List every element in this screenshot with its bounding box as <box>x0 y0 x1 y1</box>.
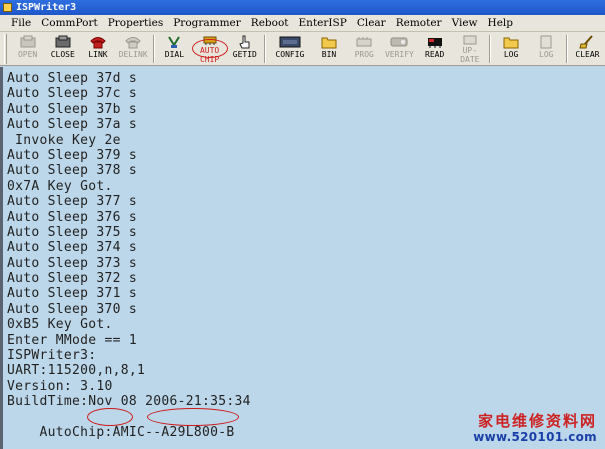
red-highlight-circle <box>192 39 228 58</box>
toolbar-grip[interactable] <box>4 34 7 64</box>
config-label: CONFIG <box>275 50 305 59</box>
menu-file[interactable]: File <box>6 17 36 29</box>
watermark-chinese: 家电维修资料网 <box>477 412 597 431</box>
app-icon <box>3 3 12 12</box>
update-label-2: DATE <box>460 55 480 64</box>
console-line: Auto Sleep 370 s <box>7 301 138 317</box>
menu-enterisp[interactable]: EnterISP <box>294 17 352 29</box>
autochip-result-text: AutoChip:AMIC--A29L800-B <box>39 425 235 440</box>
hand-pointer-icon <box>239 35 250 49</box>
broom-icon <box>579 35 594 49</box>
console-line: ISPWriter3: <box>7 348 97 364</box>
autochip-button[interactable]: AUTO CHIP <box>192 32 228 64</box>
watermark: 家电维修资料网 www.520101.com <box>473 412 597 445</box>
menu-bar: File CommPort Properties Programmer Rebo… <box>0 15 605 32</box>
link-label: LINK <box>88 50 108 59</box>
clear-label: CLEAR <box>575 50 600 59</box>
console-line: Auto Sleep 37d s <box>7 71 138 86</box>
console-line: Auto Sleep 372 s <box>7 271 138 287</box>
prog-button[interactable]: PROG <box>347 32 382 64</box>
red-highlight-oval-chip <box>147 407 239 426</box>
update-label-1: UP- <box>462 46 478 55</box>
open-label: OPEN <box>17 50 38 59</box>
console-line: Auto Sleep 376 s <box>7 209 138 225</box>
menu-remoter[interactable]: Remoter <box>391 17 447 29</box>
toolbar: OPEN CLOSE LINK DELINK DIAL AUTO CHIP GE… <box>0 32 605 66</box>
console-line: 0x7A Key Got. <box>7 178 113 194</box>
red-highlight-oval-vendor <box>87 407 133 426</box>
verify-icon <box>390 37 408 47</box>
read-label: READ <box>425 50 445 59</box>
close-port-icon <box>55 35 71 48</box>
bin-button[interactable]: BIN <box>311 32 346 64</box>
dial-label: DIAL <box>164 50 185 59</box>
hangup-icon <box>125 37 141 49</box>
config-icon <box>279 36 301 48</box>
console-line: Auto Sleep 37a s <box>7 117 138 133</box>
prog-label: PROG <box>354 50 374 59</box>
delink-label: DELINK <box>118 50 148 59</box>
verify-button[interactable]: VERIFY <box>382 32 417 64</box>
phone-icon <box>90 37 106 49</box>
console-line: Auto Sleep 37c s <box>7 86 138 102</box>
menu-programmer[interactable]: Programmer <box>168 17 246 29</box>
console-line: Auto Sleep 37b s <box>7 101 138 117</box>
read-button[interactable]: READ <box>417 32 452 64</box>
log-file-icon <box>540 35 552 49</box>
getid-label: GETID <box>232 50 257 59</box>
console-line: Auto Sleep 379 s <box>7 147 138 163</box>
read-chip-icon <box>427 38 442 48</box>
close-label: CLOSE <box>50 50 75 59</box>
open-port-icon <box>20 35 36 48</box>
config-button[interactable]: CONFIG <box>268 32 311 64</box>
toolbar-separator <box>152 35 155 63</box>
menu-view[interactable]: View <box>447 17 483 29</box>
open-button[interactable]: OPEN <box>10 32 45 64</box>
window-title: ISPWriter3 <box>16 2 77 13</box>
console-line: BuildTime:Nov 08 2006-21:35:34 <box>7 394 251 410</box>
menu-commport[interactable]: CommPort <box>36 17 102 29</box>
dial-icon <box>168 36 181 48</box>
folder-icon <box>503 37 519 49</box>
bin-file-icon <box>321 37 337 49</box>
console-line: Auto Sleep 374 s <box>7 240 138 256</box>
program-icon <box>356 37 372 47</box>
console-line: Auto Sleep 375 s <box>7 224 138 240</box>
log-view-label: LOG <box>539 50 554 59</box>
dial-button[interactable]: DIAL <box>157 32 192 64</box>
toolbar-separator <box>565 35 568 63</box>
close-button[interactable]: CLOSE <box>45 32 80 64</box>
menu-properties[interactable]: Properties <box>103 17 169 29</box>
log-button[interactable]: LOG <box>493 32 528 64</box>
toolbar-separator <box>264 35 267 63</box>
console-line: 0xB5 Key Got. <box>7 317 113 333</box>
update-icon <box>463 35 477 45</box>
console-line: Version: 3.10 <box>7 378 113 394</box>
console-line: Invoke Key 2e <box>7 132 121 148</box>
console-line: Auto Sleep 371 s <box>7 286 138 302</box>
console-line: Enter MMode == 1 <box>7 332 138 348</box>
log-label: LOG <box>503 50 519 59</box>
output-console[interactable]: Auto Sleep 37d s Auto Sleep 37c s Auto S… <box>0 67 605 449</box>
verify-label: VERIFY <box>384 50 414 59</box>
console-line: Auto Sleep 378 s <box>7 163 138 179</box>
toolbar-separator <box>489 35 492 63</box>
getid-button[interactable]: GETID <box>227 32 262 64</box>
title-bar: ISPWriter3 <box>0 0 605 15</box>
console-line: UART:115200,n,8,1 <box>7 363 146 379</box>
menu-reboot[interactable]: Reboot <box>246 17 294 29</box>
update-button[interactable]: UP- DATE <box>452 32 487 64</box>
console-line: Auto Sleep 377 s <box>7 194 138 210</box>
clear-button[interactable]: CLEAR <box>570 32 605 64</box>
menu-clear[interactable]: Clear <box>352 17 391 29</box>
delink-button[interactable]: DELINK <box>116 32 151 64</box>
console-line: Auto Sleep 373 s <box>7 255 138 271</box>
watermark-url: www.520101.com <box>473 429 597 444</box>
bin-label: BIN <box>321 50 337 59</box>
menu-help[interactable]: Help <box>483 17 518 29</box>
log-view-button[interactable]: LOG <box>529 32 564 64</box>
link-button[interactable]: LINK <box>80 32 115 64</box>
